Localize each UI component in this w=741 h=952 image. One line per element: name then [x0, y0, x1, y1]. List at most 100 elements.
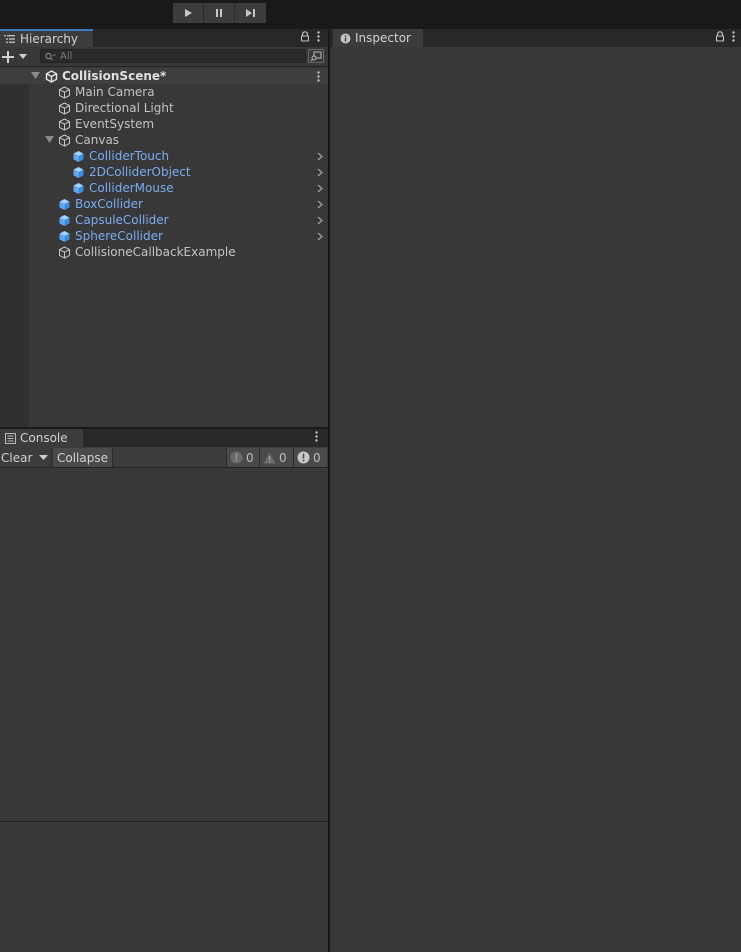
tab-inspector[interactable]: Inspector	[333, 29, 423, 47]
lock-icon[interactable]	[300, 31, 310, 42]
hierarchy-item-label: Main Camera	[75, 85, 155, 99]
hierarchy-search-input[interactable]	[60, 50, 300, 62]
playmode-controls	[173, 3, 266, 23]
console-tabbar: Console	[0, 429, 328, 447]
tab-console-label: Console	[20, 431, 68, 445]
hierarchy-item-directional-light[interactable]: Directional Light	[0, 100, 328, 116]
foldout-expanded-icon[interactable]	[30, 71, 40, 81]
hierarchy-toolbar	[0, 47, 328, 67]
scene-search-icon	[310, 51, 322, 61]
tab-hierarchy-label: Hierarchy	[20, 32, 79, 46]
prefab-cube-icon	[57, 229, 71, 243]
caret-down-icon	[19, 54, 27, 59]
console-log-list[interactable]	[0, 468, 328, 820]
hierarchy-panel: Hierarchy CollisionScene*	[0, 29, 328, 427]
info-icon	[339, 32, 351, 44]
hierarchy-item-label: CollisioneCallbackExample	[75, 245, 236, 259]
gameobject-cube-icon	[57, 133, 71, 147]
console-icon	[4, 432, 16, 444]
hierarchy-item-collidertouch[interactable]: ColliderTouch	[0, 148, 328, 164]
scene-kebab-menu-icon[interactable]	[317, 70, 320, 82]
chevron-right-icon[interactable]	[316, 231, 324, 241]
hierarchy-item-capsulecollider[interactable]: CapsuleCollider	[0, 212, 328, 228]
hierarchy-tabbar: Hierarchy	[0, 29, 328, 47]
clear-button-label: Clear	[1, 450, 33, 465]
hierarchy-tab-controls	[300, 31, 320, 42]
hierarchy-item-boxcollider[interactable]: BoxCollider	[0, 196, 328, 212]
create-dropdown-button[interactable]	[2, 49, 30, 65]
tab-hierarchy[interactable]: Hierarchy	[0, 29, 93, 47]
scene-name: CollisionScene*	[62, 69, 167, 83]
prefab-cube-icon	[71, 149, 85, 163]
warning-count-toggle[interactable]: 0	[259, 448, 293, 467]
error-icon	[297, 451, 310, 464]
hierarchy-item-label: Canvas	[75, 133, 120, 147]
play-icon	[185, 9, 192, 17]
hierarchy-item-collidermouse[interactable]: ColliderMouse	[0, 180, 328, 196]
inspector-tab-controls	[715, 31, 735, 42]
clear-button[interactable]: Clear	[1, 448, 52, 467]
play-button[interactable]	[173, 3, 204, 23]
unity-scene-icon	[44, 69, 58, 83]
inspector-tabbar: Inspector	[330, 29, 741, 47]
kebab-menu-icon[interactable]	[732, 31, 735, 42]
log-count-toggle[interactable]: 0	[226, 448, 259, 467]
gameobject-cube-icon	[57, 101, 71, 115]
hierarchy-item-collisionecallbackexample[interactable]: CollisioneCallbackExample	[0, 244, 328, 260]
log-count: 0	[246, 450, 254, 465]
hierarchy-item-label: EventSystem	[75, 117, 155, 131]
hierarchy-item-label: ColliderTouch	[89, 149, 170, 163]
console-panel: Console Clear Collapse 0 0 0	[0, 429, 328, 952]
hierarchy-search-field[interactable]	[40, 49, 306, 63]
step-button[interactable]	[235, 3, 266, 23]
chevron-right-icon[interactable]	[316, 151, 324, 161]
lock-icon[interactable]	[715, 31, 725, 42]
step-icon	[246, 9, 255, 17]
chevron-right-icon[interactable]	[316, 215, 324, 225]
prefab-cube-icon	[71, 181, 85, 195]
console-tab-controls	[315, 431, 318, 442]
prefab-cube-icon	[57, 197, 71, 211]
hierarchy-item-label: ColliderMouse	[89, 181, 174, 195]
hierarchy-list-icon	[4, 33, 16, 45]
prefab-cube-icon	[57, 213, 71, 227]
hierarchy-item-label: CapsuleCollider	[75, 213, 169, 227]
chevron-right-icon[interactable]	[316, 199, 324, 209]
gameobject-cube-icon	[57, 117, 71, 131]
gameobject-cube-icon	[57, 85, 71, 99]
hierarchy-item-label: 2DColliderObject	[89, 165, 191, 179]
search-icon	[45, 52, 56, 60]
foldout-expanded-icon[interactable]	[44, 135, 54, 145]
error-count-toggle[interactable]: 0	[293, 448, 327, 467]
inspector-panel: Inspector	[330, 29, 741, 952]
hierarchy-item-canvas[interactable]: Canvas	[0, 132, 328, 148]
collapse-toggle-label: Collapse	[57, 450, 108, 465]
scene-search-button[interactable]	[308, 49, 324, 63]
pause-button[interactable]	[204, 3, 235, 23]
tab-console[interactable]: Console	[0, 429, 83, 447]
gameobject-cube-icon	[57, 245, 71, 259]
hierarchy-item-2dcolliderobject[interactable]: 2DColliderObject	[0, 164, 328, 180]
caret-down-icon[interactable]	[39, 454, 49, 461]
kebab-menu-icon[interactable]	[315, 431, 318, 442]
kebab-menu-icon[interactable]	[317, 31, 320, 42]
error-count: 0	[313, 450, 321, 465]
hierarchy-item-label: BoxCollider	[75, 197, 143, 211]
chevron-right-icon[interactable]	[316, 183, 324, 193]
hierarchy-item-eventsystem[interactable]: EventSystem	[0, 116, 328, 132]
hierarchy-item-spherecollider[interactable]: SphereCollider	[0, 228, 328, 244]
pause-icon	[216, 9, 222, 17]
main-toolbar	[0, 0, 741, 28]
prefab-cube-icon	[71, 165, 85, 179]
scene-row[interactable]: CollisionScene*	[0, 68, 328, 84]
collapse-toggle[interactable]: Collapse	[53, 448, 113, 467]
warning-count: 0	[279, 450, 287, 465]
hierarchy-item-main-camera[interactable]: Main Camera	[0, 84, 328, 100]
info-log-icon	[230, 451, 243, 464]
plus-icon	[2, 51, 14, 63]
hierarchy-item-label: SphereCollider	[75, 229, 163, 243]
hierarchy-item-label: Directional Light	[75, 101, 174, 115]
chevron-right-icon[interactable]	[316, 167, 324, 177]
console-message-detail[interactable]	[0, 821, 328, 952]
console-toolbar: Clear Collapse 0 0 0	[0, 447, 328, 468]
